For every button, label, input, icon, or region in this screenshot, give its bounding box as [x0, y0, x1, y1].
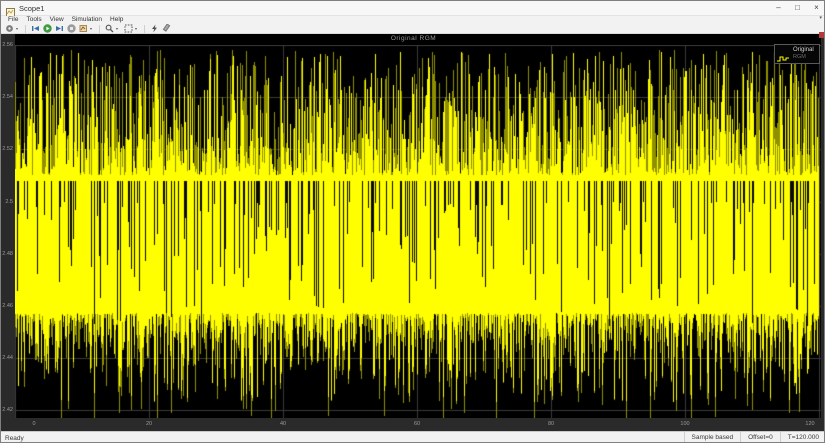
menu-simulation[interactable]: Simulation	[68, 16, 106, 24]
x-tick-label: 20	[140, 421, 158, 427]
x-tick-label: 60	[408, 421, 426, 427]
scope-display: Original RGM 2.56 2.54 2.52 2.5 2.48 2.46 2.44…	[1, 34, 825, 431]
x-tick-label: 40	[274, 421, 292, 427]
legend-label: Original	[793, 47, 814, 54]
y-tick-label: 2.54	[1, 94, 14, 100]
menu-file[interactable]: File	[4, 16, 22, 24]
stop-icon[interactable]	[66, 24, 76, 33]
run-icon[interactable]	[42, 24, 52, 33]
toolbar: ▾ ▾ ▾ ▾	[1, 24, 825, 34]
toolbar-separator	[25, 25, 26, 33]
step-back-icon[interactable]	[30, 24, 40, 33]
legend[interactable]: Original RGM	[774, 44, 820, 64]
legend-line-icon	[777, 50, 790, 58]
step-forward-icon[interactable]	[54, 24, 64, 33]
menu-view[interactable]: View	[46, 16, 68, 24]
x-tick-label: 80	[542, 421, 560, 427]
scope-window: Scope1 – □ × File Tools View Simulation …	[0, 0, 825, 443]
toolbar-overflow-icon[interactable]: ▾	[819, 15, 822, 21]
status-ready: Ready	[1, 435, 684, 442]
y-tick-label: 2.42	[1, 407, 14, 413]
zoom-icon[interactable]	[104, 24, 114, 33]
y-tick-label: 2.56	[1, 42, 14, 48]
titlebar: Scope1 – □ ×	[1, 1, 825, 16]
plot-title: Original RGM	[1, 35, 825, 42]
plot-area	[15, 45, 821, 418]
trigger-bolt-icon[interactable]	[149, 24, 159, 33]
window-title: Scope1	[19, 4, 44, 13]
scope-app-icon	[6, 4, 15, 13]
settings-dropdown-icon[interactable]: ▾	[16, 26, 21, 31]
y-tick-label: 2.44	[1, 355, 14, 361]
simulation-trigger-icon[interactable]	[78, 24, 88, 33]
record-indicator	[819, 32, 824, 38]
y-tick-label: 2.5	[1, 199, 14, 205]
minimize-button[interactable]: –	[769, 1, 788, 16]
simulation-trigger-dropdown-icon[interactable]: ▾	[90, 26, 95, 31]
maximize-button[interactable]: □	[788, 1, 807, 16]
x-tick-label: 0	[25, 421, 43, 427]
menu-tools[interactable]: Tools	[22, 16, 45, 24]
status-offset: Offset=0	[740, 432, 780, 443]
right-strip	[821, 34, 825, 418]
x-tick-label: 100	[676, 421, 694, 427]
toolbar-separator	[99, 25, 100, 33]
status-sample-mode: Sample based	[684, 432, 741, 443]
legend-sublabel: RGM	[793, 54, 814, 61]
statusbar: Ready Sample based Offset=0 T=120.000	[1, 431, 825, 443]
y-tick-label: 2.46	[1, 303, 14, 309]
x-tick-label: 120	[801, 421, 819, 427]
settings-gear-icon[interactable]	[4, 24, 14, 33]
toolbar-separator	[144, 25, 145, 33]
y-tick-label: 2.52	[1, 146, 14, 152]
highlight-icon[interactable]	[161, 24, 171, 33]
zoom-dropdown-icon[interactable]: ▾	[116, 26, 121, 31]
status-time: T=120.000	[780, 432, 825, 443]
scale-axes-dropdown-icon[interactable]: ▾	[135, 26, 140, 31]
menubar: File Tools View Simulation Help	[1, 16, 825, 24]
signal-plot-canvas[interactable]	[15, 45, 821, 418]
y-tick-label: 2.48	[1, 251, 14, 257]
close-button[interactable]: ×	[807, 1, 825, 16]
menu-help[interactable]: Help	[106, 16, 127, 24]
scale-axes-icon[interactable]	[123, 24, 133, 33]
